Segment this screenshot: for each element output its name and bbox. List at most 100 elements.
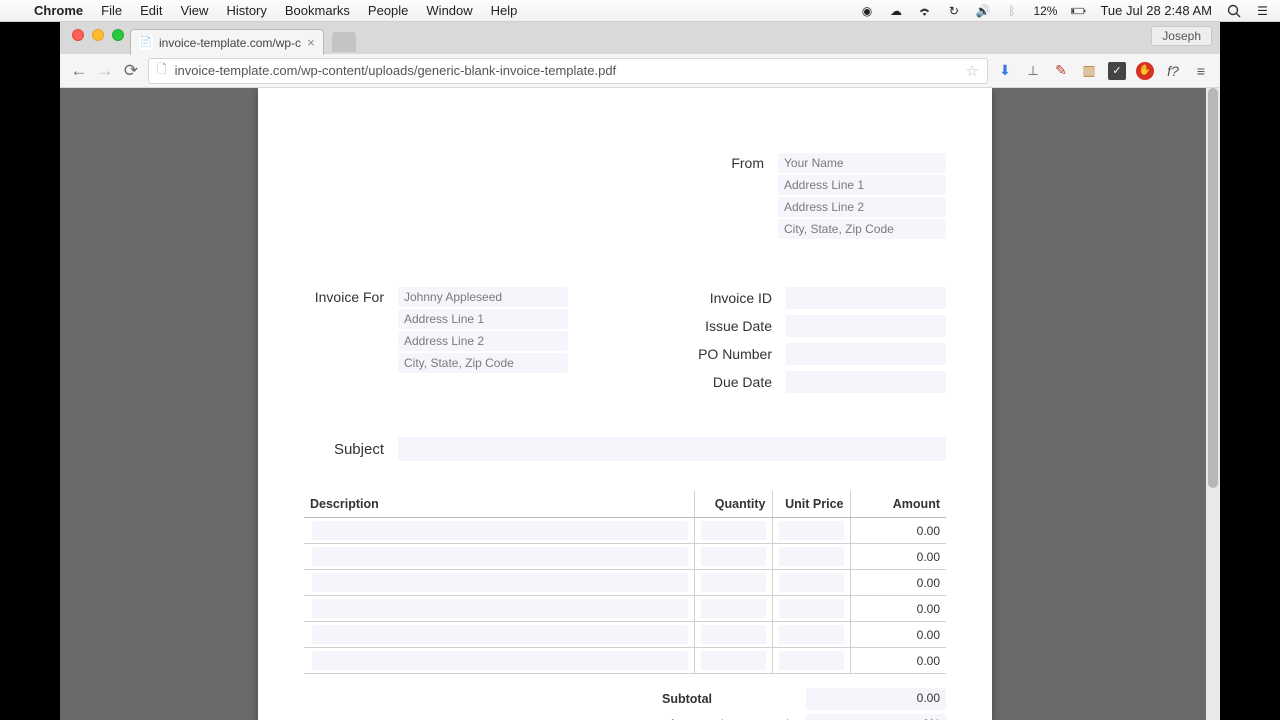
- ext-font-icon[interactable]: f?: [1164, 62, 1182, 80]
- qty-field[interactable]: [701, 547, 766, 566]
- ext-ruler-icon[interactable]: ▥: [1080, 62, 1098, 80]
- amount-cell: 0.00: [850, 570, 946, 596]
- table-row: 0.00: [304, 544, 946, 570]
- price-field[interactable]: [779, 599, 844, 618]
- price-field[interactable]: [779, 573, 844, 592]
- subject-block: Subject: [304, 437, 946, 461]
- from-label: From: [704, 153, 764, 239]
- issue-date-field[interactable]: [786, 315, 946, 337]
- menubar-app[interactable]: Chrome: [34, 3, 83, 18]
- price-field[interactable]: [779, 521, 844, 540]
- subject-label: Subject: [304, 441, 384, 458]
- nav-back-button[interactable]: ←: [70, 61, 88, 81]
- cloud-icon[interactable]: ☁: [888, 4, 903, 18]
- scrollbar-track[interactable]: [1206, 88, 1220, 720]
- traffic-lights: [66, 29, 130, 47]
- browser-toolbar: ← → ⟳ 🗋 invoice-template.com/wp-content/…: [60, 54, 1220, 88]
- nav-forward-button[interactable]: →: [96, 61, 114, 81]
- extensions-area: ⬇ ⟂ ✎ ▥ ✓ ✋ f? ≡: [996, 62, 1210, 80]
- from-addr1-field[interactable]: Address Line 1: [778, 175, 946, 195]
- spotlight-icon[interactable]: [1226, 4, 1241, 18]
- page-info-icon[interactable]: 🗋: [157, 60, 167, 81]
- qty-field[interactable]: [701, 521, 766, 540]
- invoice-id-field[interactable]: [786, 287, 946, 309]
- menu-help[interactable]: Help: [491, 3, 518, 18]
- amount-cell: 0.00: [850, 648, 946, 674]
- volume-icon[interactable]: 🔊: [975, 4, 990, 18]
- tab-close-icon[interactable]: ×: [307, 35, 315, 50]
- issue-date-label: Issue Date: [692, 318, 772, 334]
- scrollbar-thumb[interactable]: [1208, 88, 1218, 488]
- menu-people[interactable]: People: [368, 3, 408, 18]
- ext-adblock-icon[interactable]: ✋: [1136, 62, 1154, 80]
- amount-cell: 0.00: [850, 622, 946, 648]
- bookmark-star-icon[interactable]: ☆: [966, 62, 979, 80]
- tab-strip: 📄 invoice-template.com/wp-c × Joseph: [60, 22, 1220, 54]
- po-number-field[interactable]: [786, 343, 946, 365]
- desc-field[interactable]: [312, 547, 688, 566]
- from-name-field[interactable]: Your Name: [778, 153, 946, 173]
- bluetooth-icon[interactable]: ᛒ: [1004, 4, 1019, 18]
- subject-field[interactable]: [398, 437, 946, 461]
- mac-menubar: Chrome File Edit View History Bookmarks …: [0, 0, 1280, 22]
- menu-history[interactable]: History: [226, 3, 266, 18]
- price-field[interactable]: [779, 651, 844, 670]
- nav-reload-button[interactable]: ⟳: [122, 61, 140, 81]
- menu-view[interactable]: View: [180, 3, 208, 18]
- table-row: 0.00: [304, 518, 946, 544]
- qty-field[interactable]: [701, 651, 766, 670]
- menu-bookmarks[interactable]: Bookmarks: [285, 3, 350, 18]
- window-close-button[interactable]: [72, 29, 84, 41]
- battery-icon[interactable]: [1071, 5, 1086, 17]
- window-zoom-button[interactable]: [112, 29, 124, 41]
- desc-field[interactable]: [312, 651, 688, 670]
- screen-record-icon[interactable]: ◉: [859, 4, 874, 18]
- invoice-for-block: Invoice For Johnny Appleseed Address Lin…: [304, 287, 568, 393]
- due-date-label: Due Date: [692, 374, 772, 390]
- menu-window[interactable]: Window: [426, 3, 472, 18]
- window-minimize-button[interactable]: [92, 29, 104, 41]
- new-tab-button[interactable]: [332, 32, 356, 52]
- amount-cell: 0.00: [850, 544, 946, 570]
- to-name-field[interactable]: Johnny Appleseed: [398, 287, 568, 307]
- profile-chip[interactable]: Joseph: [1151, 26, 1212, 46]
- from-city-field[interactable]: City, State, Zip Code: [778, 219, 946, 239]
- invoice-meta-block: Invoice ID Issue Date PO Number Due Date: [692, 287, 946, 393]
- notifications-icon[interactable]: ☰: [1255, 4, 1270, 18]
- desc-field[interactable]: [312, 573, 688, 592]
- menu-edit[interactable]: Edit: [140, 3, 162, 18]
- price-field[interactable]: [779, 547, 844, 566]
- omnibox[interactable]: 🗋 invoice-template.com/wp-content/upload…: [148, 58, 988, 84]
- qty-field[interactable]: [701, 573, 766, 592]
- col-quantity: Quantity: [694, 491, 772, 518]
- ext-wand-icon[interactable]: ✎: [1052, 62, 1070, 80]
- desc-field[interactable]: [312, 599, 688, 618]
- to-addr1-field[interactable]: Address Line 1: [398, 309, 568, 329]
- tab-title: invoice-template.com/wp-c: [159, 36, 301, 50]
- due-date-field[interactable]: [786, 371, 946, 393]
- menubar-right: ◉ ☁ ↻ 🔊 ᛒ 12% Tue Jul 28 2:48 AM ☰: [859, 3, 1270, 18]
- discount-value[interactable]: 0%: [806, 714, 946, 720]
- timemachine-icon[interactable]: ↻: [946, 4, 961, 18]
- wifi-icon[interactable]: [917, 5, 932, 17]
- clock[interactable]: Tue Jul 28 2:48 AM: [1100, 3, 1212, 18]
- price-field[interactable]: [779, 625, 844, 644]
- menu-file[interactable]: File: [101, 3, 122, 18]
- to-city-field[interactable]: City, State, Zip Code: [398, 353, 568, 373]
- col-description: Description: [304, 491, 694, 518]
- menubar-left: Chrome File Edit View History Bookmarks …: [12, 3, 517, 18]
- ext-inspect-icon[interactable]: ⟂: [1024, 62, 1042, 80]
- invoice-for-label: Invoice For: [304, 287, 384, 393]
- chrome-menu-icon[interactable]: ≡: [1192, 62, 1210, 80]
- desc-field[interactable]: [312, 625, 688, 644]
- to-addr2-field[interactable]: Address Line 2: [398, 331, 568, 351]
- subtotal-label: Subtotal: [662, 692, 792, 706]
- from-addr2-field[interactable]: Address Line 2: [778, 197, 946, 217]
- browser-tab[interactable]: 📄 invoice-template.com/wp-c ×: [130, 29, 324, 55]
- qty-field[interactable]: [701, 625, 766, 644]
- desc-field[interactable]: [312, 521, 688, 540]
- qty-field[interactable]: [701, 599, 766, 618]
- ext-download-icon[interactable]: ⬇: [996, 62, 1014, 80]
- subtotal-value: 0.00: [806, 688, 946, 710]
- ext-check-icon[interactable]: ✓: [1108, 62, 1126, 80]
